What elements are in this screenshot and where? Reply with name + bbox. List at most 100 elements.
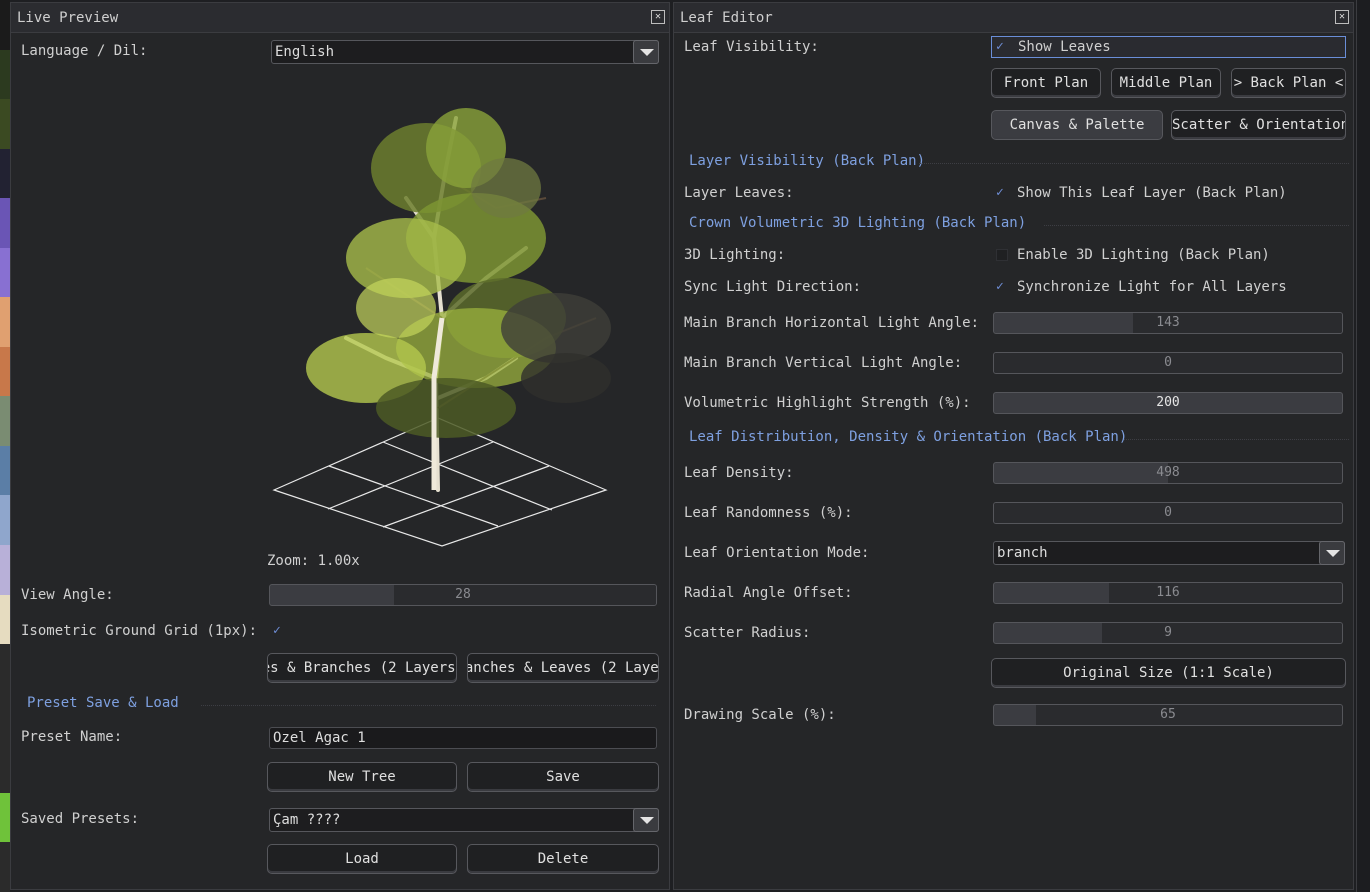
middle-plan-button[interactable]: Middle Plan [1111, 68, 1221, 98]
scatter-label: Scatter Radius: [684, 625, 811, 641]
orientation-label: Leaf Orientation Mode: [684, 545, 870, 561]
distribution-section: Leaf Distribution, Density & Orientation… [689, 429, 1128, 445]
highlight-slider[interactable]: 200 [993, 392, 1343, 414]
palette-swatch[interactable] [0, 792, 10, 843]
palette-swatch[interactable] [0, 396, 10, 446]
enable-lighting-checkbox[interactable] [996, 249, 1008, 261]
drawing-scale-label: Drawing Scale (%): [684, 707, 836, 723]
h-angle-label: Main Branch Horizontal Light Angle: [684, 315, 980, 331]
orientation-value: branch [997, 545, 1048, 561]
h-angle-slider[interactable]: 143 [993, 312, 1343, 334]
layer-leaves-label: Layer Leaves: [684, 185, 794, 201]
palette-swatch[interactable] [0, 247, 10, 298]
palette-swatch[interactable] [0, 346, 10, 397]
highlight-label: Volumetric Highlight Strength (%): [684, 395, 971, 411]
branches-leaves-button[interactable]: Branches & Leaves (2 Layers) [467, 653, 659, 683]
leaves-branches-label: Leaves & Branches (2 Layers) [268, 660, 456, 676]
save-button[interactable]: Save [467, 762, 659, 792]
palette-swatch[interactable] [0, 842, 10, 892]
scatter-slider[interactable]: 9 [993, 622, 1343, 644]
show-layer-checkbox[interactable]: ✓ [996, 186, 1008, 199]
saved-presets-dropdown[interactable]: Çam ???? [269, 808, 659, 832]
randomness-slider[interactable]: 0 [993, 502, 1343, 524]
tree-preview-svg [272, 108, 611, 547]
palette-swatch[interactable] [0, 495, 10, 546]
palette-swatch[interactable] [0, 198, 10, 248]
density-value: 498 [1156, 465, 1180, 480]
chevron-down-icon[interactable] [1319, 541, 1345, 565]
front-plan-button[interactable]: Front Plan [991, 68, 1101, 98]
live-preview-title: Live Preview [17, 9, 119, 26]
v-angle-slider[interactable]: 0 [993, 352, 1343, 374]
preset-name-input[interactable]: Ozel Agac 1 [269, 727, 657, 749]
load-button[interactable]: Load [267, 844, 457, 874]
palette-swatch[interactable] [0, 297, 10, 347]
canvas-palette-button[interactable]: Canvas & Palette [991, 110, 1163, 140]
show-layer-label: Show This Leaf Layer (Back Plan) [1017, 185, 1287, 201]
live-preview-titlebar[interactable]: Live Preview ✕ [11, 3, 669, 33]
palette-swatch[interactable] [0, 49, 10, 100]
zoom-text: Zoom: 1.00x [267, 553, 360, 569]
enable-lighting-label: Enable 3D Lighting (Back Plan) [1017, 247, 1270, 263]
new-tree-button[interactable]: New Tree [267, 762, 457, 792]
drawing-scale-slider[interactable]: 65 [993, 704, 1343, 726]
palette-swatch[interactable] [0, 445, 10, 496]
view-angle-label: View Angle: [21, 587, 114, 603]
randomness-value: 0 [1164, 505, 1172, 520]
preset-name-label: Preset Name: [21, 729, 123, 745]
palette-swatch[interactable] [0, 99, 10, 149]
close-icon[interactable]: ✕ [1335, 10, 1349, 24]
h-angle-value: 143 [1156, 315, 1180, 330]
sync-checkbox[interactable]: ✓ [996, 280, 1008, 293]
show-leaves-checkbox[interactable]: ✓ [996, 40, 1008, 53]
v-angle-label: Main Branch Vertical Light Angle: [684, 355, 963, 371]
section-divider [1044, 225, 1349, 226]
randomness-label: Leaf Randomness (%): [684, 505, 853, 521]
saved-presets-value: Çam ???? [273, 812, 341, 828]
v-angle-value: 0 [1164, 355, 1172, 370]
sync-text: Synchronize Light for All Layers [1017, 279, 1287, 295]
layer-visibility-section: Layer Visibility (Back Plan) [689, 153, 926, 169]
iso-grid-label: Isometric Ground Grid (1px): [21, 623, 258, 639]
preset-section-title: Preset Save & Load [27, 695, 179, 711]
view-angle-value: 28 [455, 587, 471, 602]
tree-preview-canvas[interactable] [266, 78, 666, 558]
leaf-editor-titlebar[interactable]: Leaf Editor ✕ [674, 3, 1353, 33]
show-leaves-toggle[interactable]: ✓ Show Leaves [991, 36, 1346, 58]
language-value: English [275, 44, 335, 60]
right-clipped-panel [1356, 0, 1370, 892]
palette-swatch[interactable] [0, 594, 10, 645]
radial-slider[interactable]: 116 [993, 582, 1343, 604]
close-icon[interactable]: ✕ [651, 10, 665, 24]
palette-swatch[interactable] [0, 545, 10, 595]
scatter-value: 9 [1164, 625, 1172, 640]
view-angle-slider[interactable]: 28 [269, 584, 657, 606]
crown-lighting-section: Crown Volumetric 3D Lighting (Back Plan) [689, 215, 1027, 231]
tree-foliage [306, 108, 611, 438]
iso-grid-checkbox[interactable]: ✓ [273, 624, 285, 637]
leaf-visibility-label: Leaf Visibility: [684, 39, 819, 55]
section-divider [201, 705, 656, 706]
palette-swatch[interactable] [0, 743, 10, 793]
orientation-dropdown[interactable]: branch [993, 541, 1345, 565]
language-dropdown[interactable]: English [271, 40, 659, 64]
back-plan-button[interactable]: > Back Plan < [1231, 68, 1346, 98]
scatter-orientation-button[interactable]: Scatter & Orientation [1171, 110, 1346, 140]
palette-strip[interactable] [0, 0, 10, 892]
density-slider[interactable]: 498 [993, 462, 1343, 484]
palette-swatch[interactable] [0, 644, 10, 694]
chevron-down-icon[interactable] [633, 808, 659, 832]
show-leaves-label: Show Leaves [1018, 39, 1111, 55]
section-divider [919, 163, 1349, 164]
leaves-branches-button[interactable]: Leaves & Branches (2 Layers) [267, 653, 457, 683]
delete-button[interactable]: Delete [467, 844, 659, 874]
chevron-down-icon[interactable] [633, 40, 659, 64]
palette-swatch[interactable] [0, 148, 10, 199]
palette-swatch[interactable] [0, 0, 10, 50]
density-label: Leaf Density: [684, 465, 794, 481]
highlight-value: 200 [1156, 395, 1180, 410]
section-divider [1124, 439, 1349, 440]
leaf-editor-panel: Leaf Editor ✕ Leaf Visibility: ✓ Show Le… [673, 2, 1354, 890]
palette-swatch[interactable] [0, 693, 10, 744]
original-size-button[interactable]: Original Size (1:1 Scale) [991, 658, 1346, 688]
